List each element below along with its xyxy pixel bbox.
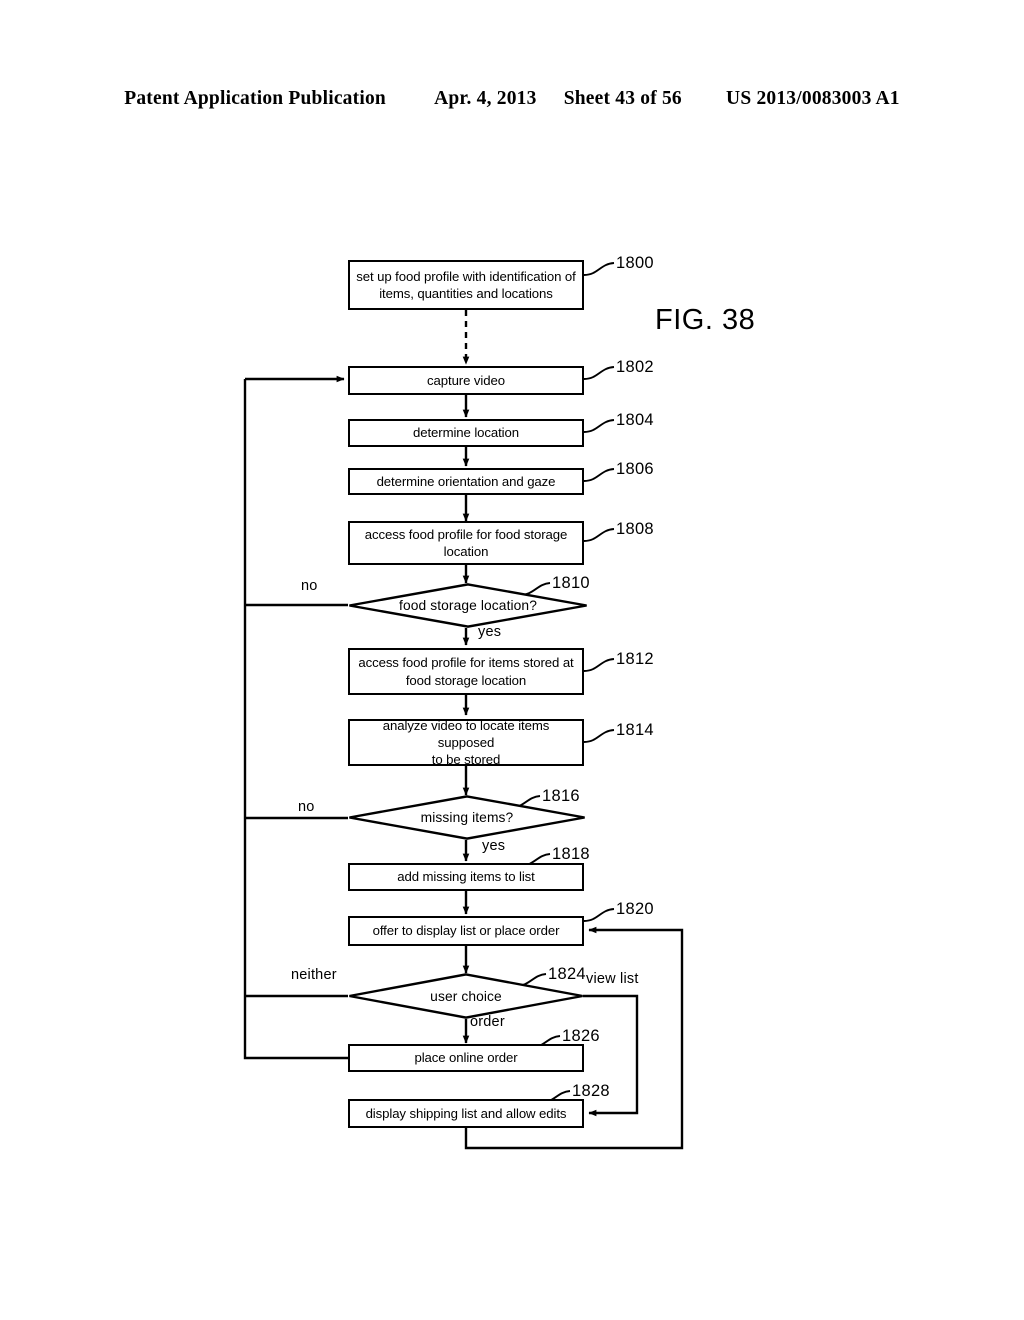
node-1814-line1: analyze video to locate items supposed: [382, 717, 550, 750]
ref-numeral-1810: 1810: [552, 574, 590, 592]
ref-numeral-1808: 1808: [616, 520, 654, 538]
node-1808-line2: location: [443, 544, 489, 559]
node-1826-line1: place online order: [414, 1050, 518, 1066]
edge-label-no-1810: no: [301, 578, 318, 594]
ref-numeral-1816: 1816: [542, 787, 580, 805]
edge-label-yes-1816: yes: [482, 838, 506, 854]
node-1804-line1: determine location: [413, 425, 519, 441]
node-1808-line1: access food profile for food storage: [364, 526, 568, 542]
process-node-1828[interactable]: display shipping list and allow edits: [348, 1099, 584, 1128]
ref-numeral-1824: 1824: [548, 965, 586, 983]
node-1818-line1: add missing items to list: [397, 869, 535, 885]
ref-numeral-1812: 1812: [616, 650, 654, 668]
process-node-1820[interactable]: offer to display list or place order: [348, 916, 584, 946]
header-document-number: US 2013/0083003 A1: [726, 88, 900, 109]
process-node-1814[interactable]: analyze video to locate items supposed t…: [348, 717, 584, 768]
process-node-1812[interactable]: access food profile for items stored at …: [348, 648, 584, 695]
ref-numeral-1800: 1800: [616, 254, 654, 272]
node-1800-line2: items, quantities and locations: [379, 286, 553, 301]
ref-numeral-1828: 1828: [572, 1082, 610, 1100]
process-node-1804[interactable]: determine location: [348, 419, 584, 447]
node-1802-line1: capture video: [427, 372, 505, 388]
process-node-1808[interactable]: access food profile for food storage loc…: [348, 521, 584, 565]
edge-label-order-1824: order: [470, 1014, 505, 1030]
edge-label-yes-1810: yes: [478, 624, 502, 640]
process-node-1800[interactable]: set up food profile with identification …: [348, 260, 584, 310]
edge-label-neither-1824: neither: [291, 967, 337, 983]
node-1812-line2: food storage location: [405, 672, 527, 688]
node-1814-line2: to be stored: [431, 752, 501, 768]
node-1800-line1: set up food profile with identification …: [356, 268, 576, 284]
header-sheet: Sheet 43 of 56: [563, 88, 682, 109]
decision-1824-label: user choice: [430, 988, 502, 1004]
ref-numeral-1818: 1818: [552, 845, 590, 863]
process-node-1818[interactable]: add missing items to list: [348, 863, 584, 891]
header-publication: Patent Application Publication: [124, 88, 386, 109]
node-1828-line1: display shipping list and allow edits: [365, 1105, 567, 1121]
decision-1816-label: missing items?: [420, 810, 514, 825]
header-date: Apr. 4, 2013: [434, 88, 537, 109]
ref-numeral-1814: 1814: [616, 721, 654, 739]
edge-label-view-list-1824: view list: [586, 971, 639, 987]
ref-numeral-1820: 1820: [616, 900, 654, 918]
edge-label-no-1816: no: [298, 799, 315, 815]
process-node-1802[interactable]: capture video: [348, 366, 584, 395]
process-node-1826[interactable]: place online order: [348, 1044, 584, 1072]
decision-1810-label: food storage location?: [399, 598, 537, 613]
ref-numeral-1804: 1804: [616, 411, 654, 429]
process-node-1806[interactable]: determine orientation and gaze: [348, 468, 584, 495]
node-1812-line1: access food profile for items stored at: [358, 655, 574, 671]
figure-label: FIG. 38: [655, 304, 756, 336]
patent-figure-page: Patent Application Publication Apr. 4, 2…: [0, 0, 1024, 1320]
node-1806-line1: determine orientation and gaze: [376, 473, 556, 489]
publication-header: Patent Application Publication Apr. 4, 2…: [0, 88, 1024, 110]
ref-numeral-1826: 1826: [562, 1027, 600, 1045]
ref-numeral-1806: 1806: [616, 460, 654, 478]
node-1820-line1: offer to display list or place order: [372, 923, 560, 939]
ref-numeral-1802: 1802: [616, 358, 654, 376]
